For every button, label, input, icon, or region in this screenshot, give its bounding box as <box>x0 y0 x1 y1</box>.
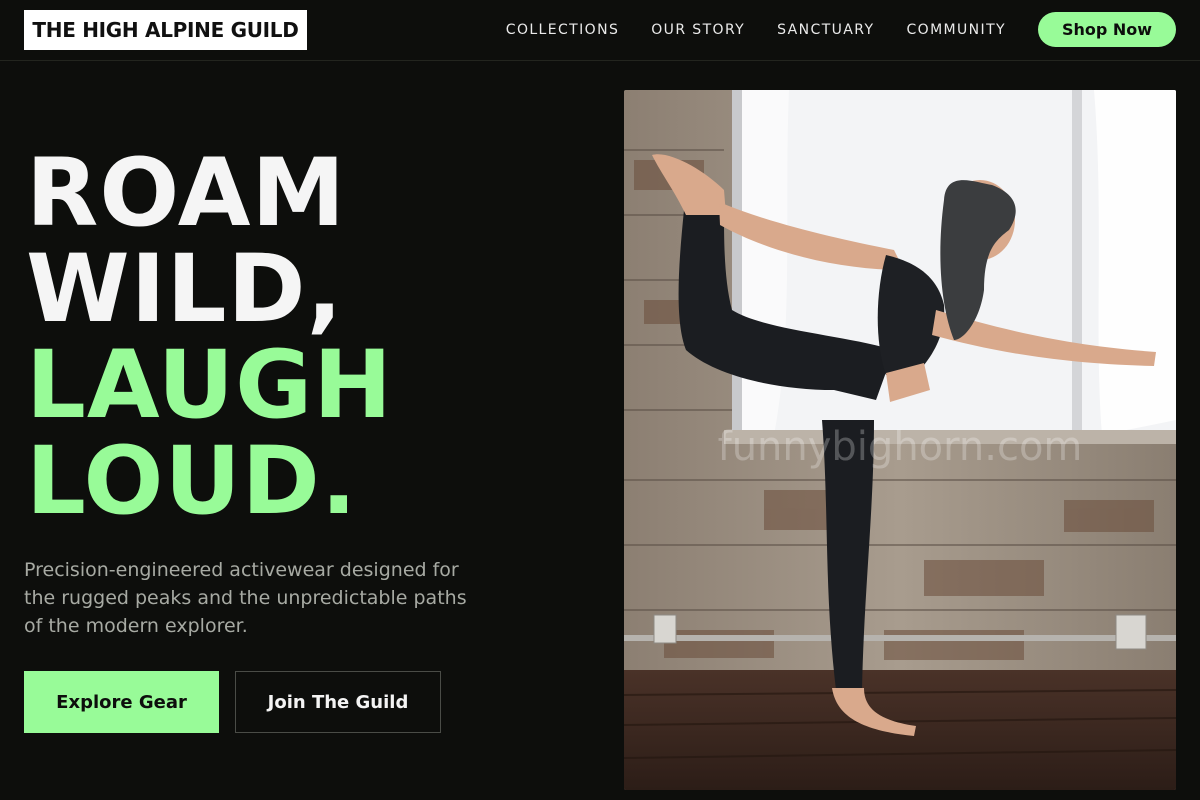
explore-gear-button[interactable]: Explore Gear <box>24 671 219 733</box>
headline-line-wild: WILD, <box>26 235 344 344</box>
nav-link-community[interactable]: COMMUNITY <box>906 22 1006 38</box>
join-guild-button[interactable]: Join The Guild <box>235 671 441 733</box>
hero-image: funnybighorn.com <box>624 90 1176 790</box>
nav-link-our-story[interactable]: OUR STORY <box>651 22 745 38</box>
hero-subcopy: Precision-engineered activewear designed… <box>24 559 467 637</box>
top-nav: THE HIGH ALPINE GUILD COLLECTIONS OUR ST… <box>0 0 1200 61</box>
headline-line-roam: ROAM <box>26 139 347 248</box>
nav-link-sanctuary[interactable]: SANCTUARY <box>777 22 874 38</box>
brand-logo[interactable]: THE HIGH ALPINE GUILD <box>24 10 307 50</box>
nav-link-collections[interactable]: COLLECTIONS <box>506 22 619 38</box>
yoga-photo: funnybighorn.com <box>624 90 1176 790</box>
headline-line-laugh: LAUGH <box>26 331 393 440</box>
shop-now-button[interactable]: Shop Now <box>1038 12 1176 47</box>
nav-links: COLLECTIONS OUR STORY SANCTUARY COMMUNIT… <box>506 0 1006 60</box>
image-watermark: funnybighorn.com <box>718 424 1083 470</box>
hero-headline: ROAM WILD, LAUGH LOUD. <box>26 146 393 530</box>
headline-line-loud: LOUD. <box>26 427 358 536</box>
